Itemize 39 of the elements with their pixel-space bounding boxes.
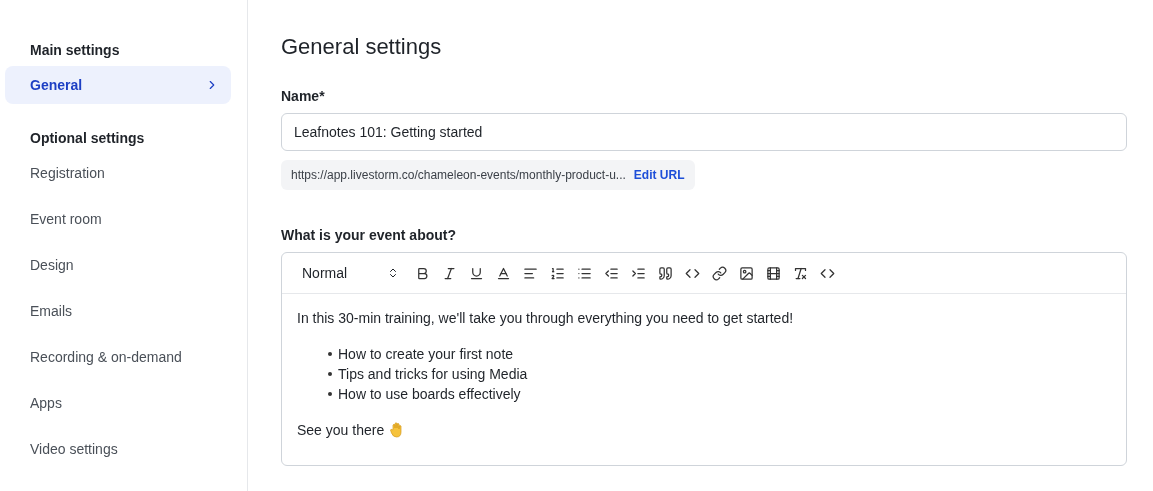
url-text: https://app.livestorm.co/chameleon-events/monthly-product-u...: [291, 168, 626, 182]
edit-url-link[interactable]: Edit URL: [633, 168, 685, 182]
name-field[interactable]: Leafnotes 101: Getting started: [281, 113, 1127, 151]
clear-format-icon[interactable]: [793, 265, 809, 281]
align-left-icon[interactable]: [523, 265, 539, 281]
bullet-icon: [328, 372, 332, 376]
sidebar-item[interactable]: Event room: [5, 200, 231, 238]
field-label: Name*: [281, 88, 326, 104]
sidebar-item[interactable]: Video settings: [5, 430, 231, 468]
description-text: In this 30-min training, we'll take you through everything you need to get started!: [297, 309, 795, 328]
bullet-list-icon[interactable]: [577, 265, 593, 281]
italic-icon[interactable]: [442, 265, 458, 281]
bullet-icon: [328, 352, 332, 356]
sidebar-item[interactable]: Recording & on-demand: [5, 338, 231, 376]
closing-text: See you there: [297, 421, 385, 440]
outdent-icon[interactable]: [604, 265, 620, 281]
field-label: What is your event about?: [281, 227, 457, 243]
underline-icon[interactable]: [469, 265, 485, 281]
bullet-icon: [328, 392, 332, 396]
section-heading: Optional settings: [29, 129, 146, 148]
text-color-icon[interactable]: [496, 265, 512, 281]
bullet-text: How to use boards effectively: [338, 385, 521, 404]
quote-icon[interactable]: [658, 265, 674, 281]
page-title: General settings: [281, 34, 443, 60]
film-icon[interactable]: [766, 265, 782, 281]
indent-icon[interactable]: [631, 265, 647, 281]
sidebar-item[interactable]: Emails: [5, 292, 231, 330]
format-select[interactable]: Normal: [302, 265, 400, 281]
sidebar-item[interactable]: Design: [5, 246, 231, 284]
bullet-text: Tips and tricks for using Media: [338, 365, 528, 384]
bullet-text: How to create your first note: [338, 345, 514, 364]
sidebar-item[interactable]: General: [5, 66, 231, 104]
section-heading: Main settings: [29, 41, 121, 60]
numbered-list-icon[interactable]: [550, 265, 566, 281]
sidebar-item[interactable]: Registration: [5, 154, 231, 192]
link-icon[interactable]: [712, 265, 728, 281]
image-icon[interactable]: [739, 265, 755, 281]
description-editor[interactable]: Normal In this 30-min training, we'll take you through everything you need to get started! How to create your first note Tips and tricks for using Media How to use boards effectively See you there: [281, 252, 1127, 466]
sidebar-item[interactable]: Apps: [5, 384, 231, 422]
